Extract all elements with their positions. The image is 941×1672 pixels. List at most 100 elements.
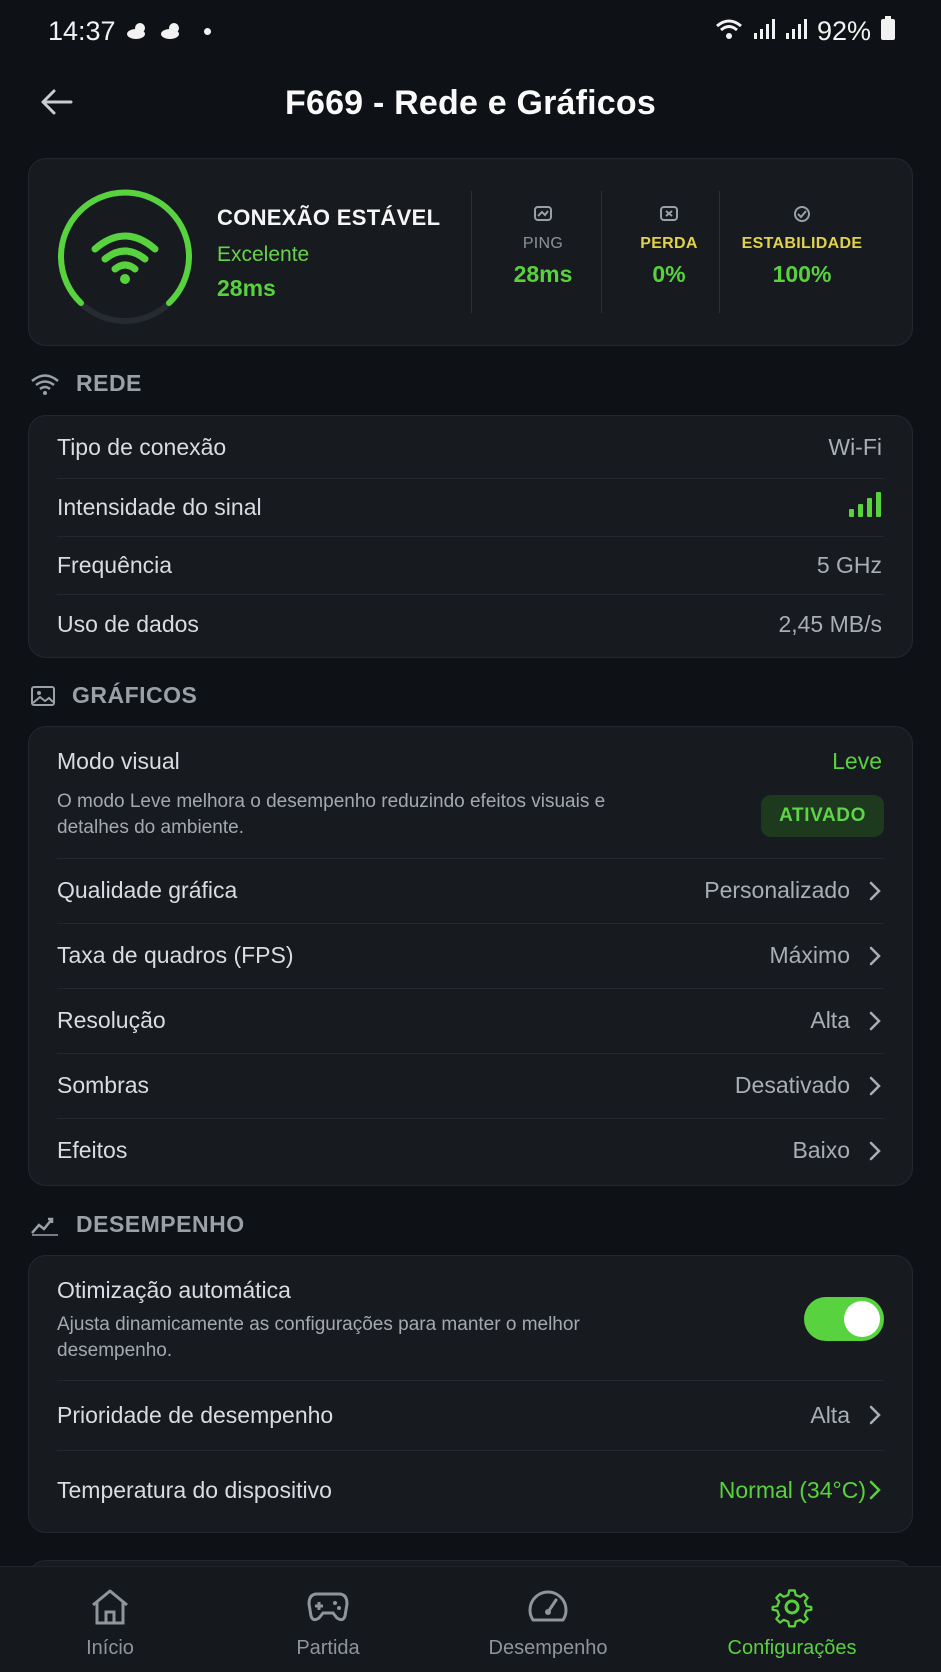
graphics-card: Modo visual Leve O modo Leve melhora o d… <box>28 726 913 1186</box>
metric-ping: PING 28ms <box>481 205 605 288</box>
page-title: F669 - Rede e Gráficos <box>285 83 656 122</box>
nav-label: Início <box>86 1637 134 1659</box>
back-button[interactable] <box>36 82 76 122</box>
cell-signal-icon <box>753 16 775 47</box>
auto-optimization-description: Ajusta dinamicamente as configurações pa… <box>57 1314 580 1361</box>
status-time: 14:37 <box>48 15 116 46</box>
row-graphics-quality[interactable]: Qualidade gráfica Personalizado <box>57 858 882 923</box>
nav-item-settings[interactable]: Configurações <box>706 1567 878 1672</box>
header: F669 - Rede e Gráficos <box>0 62 941 144</box>
notification-dot-icon <box>203 27 211 35</box>
metric-label: PING <box>522 235 564 252</box>
row-label: Temperatura do dispositivo <box>57 1476 332 1503</box>
bottom-nav: Início Partida Desempenho Configurações <box>0 1566 941 1672</box>
row-frequency: Frequência 5 GHz <box>57 536 882 594</box>
status-bar: 14:37 92% <box>0 0 941 62</box>
signal-bars-icon <box>848 491 882 523</box>
chevron-right-icon <box>869 946 881 965</box>
speedometer-icon <box>527 1587 569 1627</box>
auto-optimization-toggle[interactable] <box>804 1297 884 1341</box>
connection-latency: 28ms <box>217 275 276 301</box>
chevron-right-icon <box>869 1141 881 1160</box>
row-resolution[interactable]: Resolução Alta <box>57 988 882 1053</box>
row-signal-strength: Intensidade do sinal <box>57 478 882 536</box>
row-label: Modo visual <box>57 747 180 774</box>
stability-icon <box>719 205 885 227</box>
row-value: Alta <box>810 1007 850 1033</box>
wifi-icon <box>91 232 159 284</box>
row-label: Uso de dados <box>57 610 199 637</box>
row-visual-mode[interactable]: Modo visual Leve <box>57 745 882 777</box>
metric-value: 0% <box>652 261 686 287</box>
row-value: Baixo <box>792 1137 850 1163</box>
chevron-right-icon <box>869 1011 881 1030</box>
gamepad-icon <box>307 1587 349 1627</box>
visual-mode-description: O modo Leve melhora o desempenho reduzin… <box>57 791 606 838</box>
row-label: Otimização automática <box>57 1276 291 1303</box>
metric-stability: ESTABILIDADE 100% <box>719 205 885 288</box>
row-label: Resolução <box>57 1007 166 1033</box>
ping-icon <box>481 205 605 227</box>
row-label: Prioridade de desempenho <box>57 1401 334 1428</box>
battery-icon <box>881 15 895 47</box>
section-heading-network: REDE <box>30 370 142 397</box>
row-label: Intensidade do sinal <box>57 493 262 520</box>
metric-value: 28ms <box>513 261 573 287</box>
weather-icon <box>126 16 150 47</box>
row-value: Personalizado <box>704 877 850 903</box>
divider <box>601 191 602 313</box>
metric-loss: PERDA 0% <box>607 205 731 288</box>
status-right: 92% <box>715 15 895 47</box>
row-value: Wi-Fi <box>828 433 882 460</box>
battery-percent: 92% <box>816 15 871 46</box>
row-label: Frequência <box>57 551 173 578</box>
packet-loss-icon <box>607 205 731 227</box>
row-label: Sombras <box>57 1072 150 1098</box>
gear-icon <box>771 1587 813 1628</box>
nav-item-performance[interactable]: Desempenho <box>468 1567 628 1672</box>
connection-card: CONEXÃO ESTÁVEL Excelente 28ms PING 28ms… <box>28 158 913 346</box>
home-icon <box>89 1587 131 1627</box>
temperature-value: Normal (34°C) <box>718 1476 866 1503</box>
row-label: Taxa de quadros (FPS) <box>57 942 294 968</box>
cell-signal-icon <box>785 16 807 47</box>
trend-chart-icon <box>31 1217 58 1236</box>
section-title: REDE <box>76 370 142 396</box>
network-card: Tipo de conexão Wi-Fi Intensidade do sin… <box>28 415 913 658</box>
toggle-knob <box>844 1301 880 1337</box>
metric-label: ESTABILIDADE <box>741 235 863 252</box>
nav-label: Configurações <box>727 1637 857 1659</box>
row-value: Alta <box>810 1401 850 1428</box>
nav-item-match[interactable]: Partida <box>268 1567 388 1672</box>
row-label: Qualidade gráfica <box>57 877 238 903</box>
section-title: DESEMPENHO <box>76 1211 245 1237</box>
wifi-status-icon <box>715 16 743 47</box>
metric-value: 100% <box>772 261 832 287</box>
connection-status-title: CONEXÃO ESTÁVEL <box>217 205 441 230</box>
row-frame-rate[interactable]: Taxa de quadros (FPS) Máximo <box>57 923 882 988</box>
chevron-right-icon <box>869 1076 881 1095</box>
row-label: Efeitos <box>57 1137 128 1163</box>
metric-label: PERDA <box>640 235 698 252</box>
weather-icon <box>160 16 184 47</box>
arrow-left-icon <box>41 89 73 115</box>
chevron-right-icon <box>869 881 881 900</box>
row-device-temperature[interactable]: Temperatura do dispositivo Normal (34°C) <box>57 1450 882 1530</box>
row-value: 5 GHz <box>816 551 882 578</box>
section-title: GRÁFICOS <box>72 682 198 708</box>
row-effects[interactable]: Efeitos Baixo <box>57 1118 882 1183</box>
connection-quality: Excelente <box>217 243 310 266</box>
nav-label: Partida <box>296 1637 360 1659</box>
wifi-icon <box>31 373 59 395</box>
row-value: 2,45 MB/s <box>778 610 882 637</box>
row-shadows[interactable]: Sombras Desativado <box>57 1053 882 1118</box>
nav-item-home[interactable]: Início <box>50 1567 170 1672</box>
visual-mode-value: Leve <box>832 747 882 774</box>
row-data-usage: Uso de dados 2,45 MB/s <box>57 594 882 654</box>
divider <box>471 191 472 313</box>
row-performance-priority[interactable]: Prioridade de desempenho Alta <box>57 1380 882 1450</box>
row-auto-optimization: Otimização automática <box>57 1274 882 1306</box>
chevron-right-icon <box>869 1405 881 1425</box>
status-left: 14:37 <box>48 16 211 47</box>
connection-ring <box>58 189 192 324</box>
